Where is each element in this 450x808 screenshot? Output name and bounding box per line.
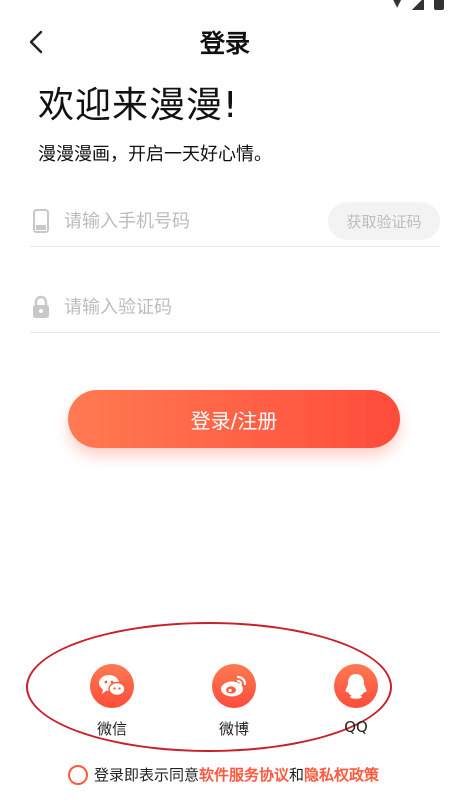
social-login-qq[interactable]: QQ bbox=[326, 664, 386, 736]
agreement-prefix: 登录即表示同意 bbox=[94, 766, 200, 784]
social-login-weibo[interactable]: 微博 bbox=[204, 664, 264, 739]
agree-radio[interactable] bbox=[68, 764, 88, 785]
status-icons: ▾ ◢ bbox=[393, 0, 444, 13]
terms-link[interactable]: 软件服务协议 bbox=[199, 764, 289, 785]
social-label-wechat: 微信 bbox=[96, 720, 127, 738]
signal-icon: ◢ bbox=[411, 0, 424, 12]
social-label-weibo: 微博 bbox=[218, 720, 249, 738]
verification-code-input[interactable] bbox=[64, 296, 440, 318]
get-code-button[interactable]: 获取验证码 bbox=[328, 202, 440, 240]
weibo-icon[interactable] bbox=[212, 664, 256, 708]
wifi-icon: ▾ bbox=[392, 0, 402, 13]
social-label-qq: QQ bbox=[344, 718, 368, 736]
status-bar: ▾ ◢ bbox=[0, 0, 450, 14]
phone-icon bbox=[30, 209, 52, 233]
phone-input[interactable] bbox=[64, 210, 328, 232]
social-login-wechat[interactable]: 微信 bbox=[82, 664, 142, 739]
lock-icon bbox=[30, 295, 52, 319]
agreement-row: 登录即表示同意 软件服务协议 和 隐私权政策 bbox=[68, 764, 379, 785]
battery-icon bbox=[434, 0, 444, 10]
code-field-row bbox=[30, 282, 440, 333]
wechat-icon[interactable] bbox=[90, 664, 134, 708]
welcome-subtitle: 漫漫漫画，开启一天好心情。 bbox=[38, 144, 272, 165]
agreement-conjunction: 和 bbox=[289, 766, 305, 784]
qq-icon[interactable] bbox=[334, 664, 378, 708]
phone-field-row: 获取验证码 bbox=[30, 196, 440, 247]
privacy-link[interactable]: 隐私权政策 bbox=[304, 764, 379, 785]
welcome-title: 欢迎来漫漫! bbox=[38, 85, 239, 126]
login-register-button[interactable]: 登录/注册 bbox=[68, 390, 400, 448]
page-title: 登录 bbox=[199, 29, 250, 58]
